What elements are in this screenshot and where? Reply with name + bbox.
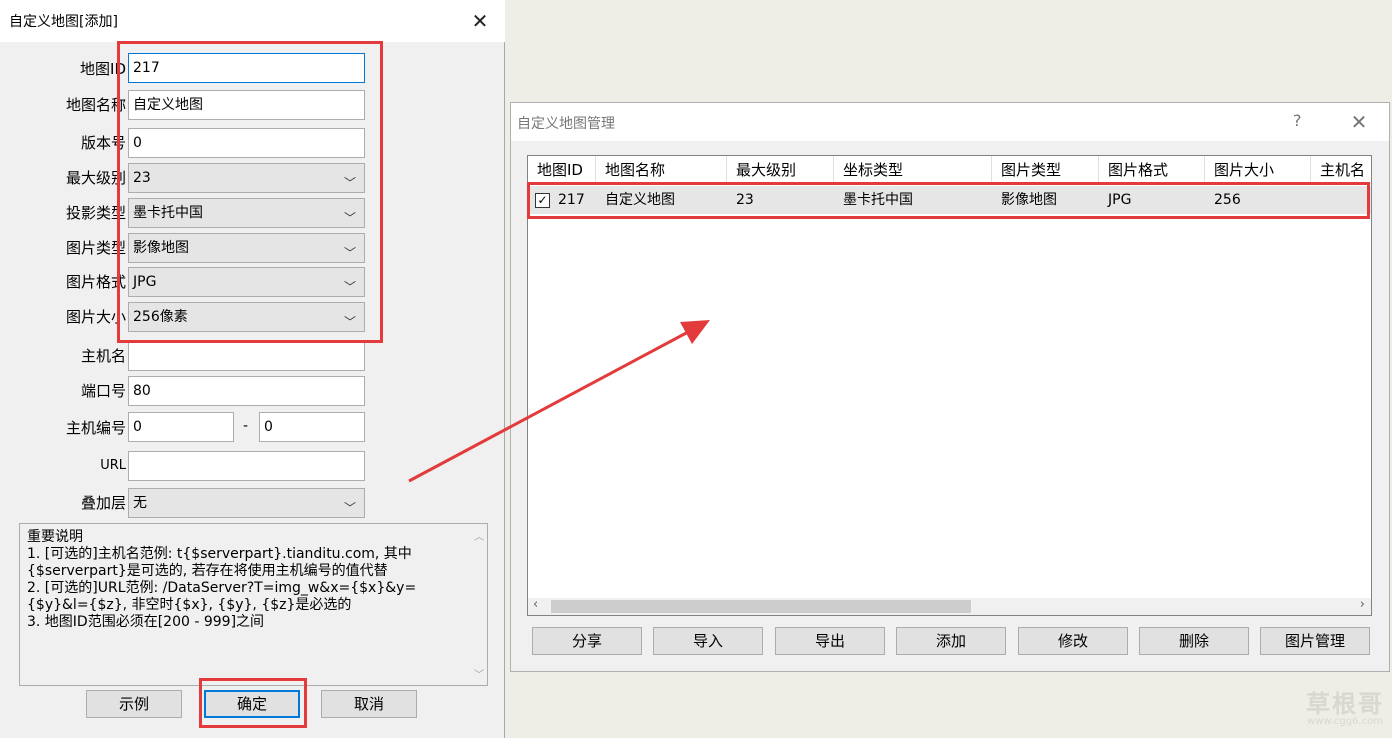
manager-titlebar: 自定义地图管理 ? ✕	[511, 103, 1389, 141]
map-list-table[interactable]: 地图ID 地图名称 最大级别 坐标类型 图片类型 图片格式 图片大小 主机名 ✓…	[527, 155, 1372, 616]
label-overlay: 叠加层	[80, 494, 126, 512]
delete-button[interactable]: 删除	[1139, 627, 1249, 655]
overlay-value: 无	[133, 495, 147, 511]
watermark-logo: 草根哥	[1306, 690, 1384, 718]
host-no-from-input[interactable]: 0	[128, 412, 234, 442]
table-hscrollbar[interactable]: ‹ ›	[528, 597, 1371, 615]
scrollbar-thumb[interactable]	[551, 600, 971, 613]
label-host: 主机名	[80, 347, 126, 365]
cancel-button[interactable]: 取消	[321, 690, 417, 718]
edit-button[interactable]: 修改	[1018, 627, 1128, 655]
label-url: URL	[100, 458, 126, 473]
label-image-size: 图片大小	[65, 308, 126, 326]
close-icon[interactable]: ✕	[466, 7, 494, 35]
scroll-up-icon[interactable]: ︿	[474, 528, 484, 543]
share-button[interactable]: 分享	[532, 627, 642, 655]
host-input[interactable]	[128, 341, 365, 371]
watermark-url: www.cgg6.com	[1307, 716, 1383, 727]
url-input[interactable]	[128, 451, 365, 481]
label-map-id: 地图ID	[80, 60, 126, 78]
notes-line-2: 2. [可选的]URL范例: /DataServer?T=img_w&x={$x…	[27, 580, 417, 613]
host-no-to-input[interactable]: 0	[259, 412, 365, 442]
col-header-host[interactable]: 主机名	[1311, 156, 1371, 184]
label-image-type: 图片类型	[65, 239, 126, 257]
add-button[interactable]: 添加	[896, 627, 1006, 655]
label-version: 版本号	[80, 134, 126, 152]
col-header-img-format[interactable]: 图片格式	[1099, 156, 1205, 184]
notes-textarea[interactable]: 重要说明 1. [可选的]主机名范例: t{$serverpart}.tiand…	[19, 523, 488, 686]
col-header-img-size[interactable]: 图片大小	[1205, 156, 1311, 184]
export-button[interactable]: 导出	[775, 627, 885, 655]
image-manage-button[interactable]: 图片管理	[1260, 627, 1370, 655]
label-projection: 投影类型	[65, 204, 126, 222]
label-host-no: 主机编号	[65, 419, 126, 437]
annotation-row-box	[527, 182, 1370, 219]
chevron-down-icon: ﹀	[343, 501, 356, 515]
host-no-separator: -	[243, 418, 249, 434]
col-header-coord[interactable]: 坐标类型	[834, 156, 992, 184]
scroll-left-icon[interactable]: ‹	[533, 597, 538, 612]
label-map-name: 地图名称	[65, 96, 126, 114]
notes-scrollbar[interactable]: ︿ ﹀	[470, 524, 487, 685]
notes-line-1: 1. [可选的]主机名范例: t{$serverpart}.tianditu.c…	[27, 546, 412, 579]
col-header-max-level[interactable]: 最大级别	[727, 156, 834, 184]
import-button[interactable]: 导入	[653, 627, 763, 655]
notes-heading: 重要说明	[27, 529, 83, 545]
port-input[interactable]: 80	[128, 376, 365, 406]
scroll-right-icon[interactable]: ›	[1360, 597, 1365, 612]
annotation-ok-box	[199, 678, 307, 728]
add-dialog-titlebar: 自定义地图[添加] ✕	[0, 0, 505, 42]
notes-line-3: 3. 地图ID范围必须在[200 - 999]之间	[27, 614, 265, 630]
label-image-format: 图片格式	[65, 273, 126, 291]
label-port: 端口号	[80, 382, 126, 400]
label-max-level: 最大级别	[65, 169, 126, 187]
add-dialog-title: 自定义地图[添加]	[9, 14, 118, 30]
overlay-select[interactable]: 无 ﹀	[128, 488, 365, 518]
notes-text: 重要说明 1. [可选的]主机名范例: t{$serverpart}.tiand…	[27, 529, 467, 631]
col-header-id[interactable]: 地图ID	[528, 156, 596, 184]
scroll-down-icon[interactable]: ﹀	[474, 666, 484, 681]
annotation-fields-box	[117, 41, 383, 343]
close-icon[interactable]: ✕	[1345, 108, 1373, 136]
col-header-img-type[interactable]: 图片类型	[992, 156, 1099, 184]
manager-title: 自定义地图管理	[517, 116, 615, 132]
help-icon[interactable]: ?	[1293, 111, 1302, 130]
example-button[interactable]: 示例	[86, 690, 182, 718]
col-header-name[interactable]: 地图名称	[596, 156, 727, 184]
